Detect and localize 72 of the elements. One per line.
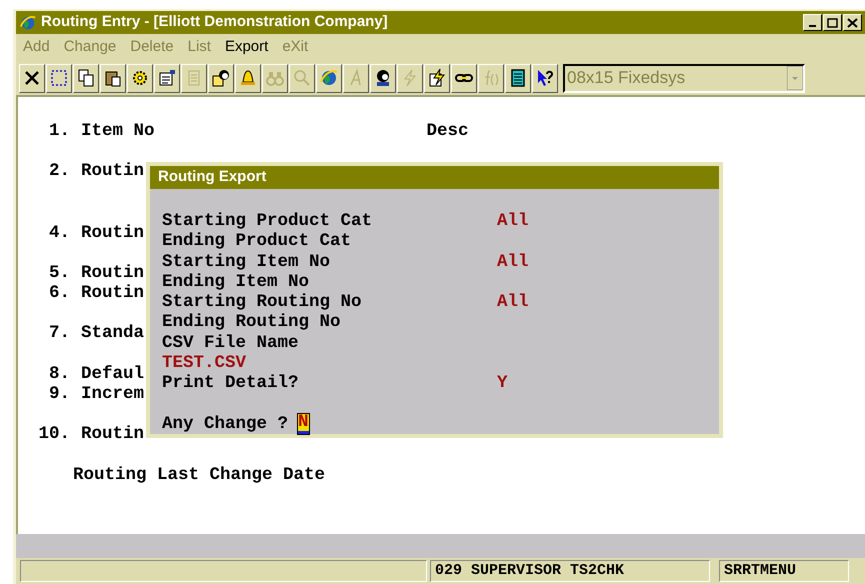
export-label: Ending Routing No <box>162 312 342 333</box>
toolbar-button[interactable] <box>370 64 396 92</box>
field-number: 4. <box>48 222 70 243</box>
export-label: Starting Product Cat <box>162 211 374 232</box>
field-number: 1. <box>48 121 70 142</box>
globe-icon <box>319 68 339 88</box>
field-label: Desc <box>426 121 469 142</box>
help-pointer-icon <box>535 68 555 88</box>
field-label: Routin <box>81 161 144 182</box>
field-label: Increm <box>81 384 144 404</box>
dialog-title: Routing Export <box>158 167 266 188</box>
field-label: Routin <box>81 283 144 304</box>
toolbar-button[interactable] <box>73 64 99 92</box>
gear-icon <box>130 68 150 88</box>
toolbar-button[interactable] <box>208 64 234 92</box>
field-number: 8. <box>48 364 70 384</box>
export-label: Starting Item No <box>162 252 332 272</box>
field-label: Routing Last Change Date <box>73 464 326 485</box>
search-icon <box>292 68 312 88</box>
prompt-label: Any Change ? <box>162 414 288 434</box>
window-title: Routing Entry - [Elliott Demonstration Company] <box>41 12 388 32</box>
export-label: CSV File Name <box>162 332 300 354</box>
field-label: Routin <box>81 222 144 243</box>
menu-item[interactable]: Export <box>224 36 268 59</box>
toolbar-button[interactable] <box>46 64 72 92</box>
dropdown-arrow-icon <box>787 66 803 90</box>
field-label: Defaul <box>81 364 144 384</box>
toolbar-button[interactable] <box>154 64 180 92</box>
toolbar-button[interactable] <box>100 64 126 92</box>
maximize-icon <box>827 18 838 28</box>
export-value: All <box>497 252 529 272</box>
export-label: Ending Product Cat <box>162 231 352 252</box>
toolbar-button[interactable] <box>451 64 477 92</box>
export-value: All <box>497 292 529 312</box>
answer-field[interactable]: N <box>298 414 309 434</box>
person-document-icon <box>211 68 231 88</box>
status-field: 029 SUPERVISOR TS2CHK <box>430 560 710 582</box>
copy-icon <box>76 68 96 88</box>
field-number: 2. <box>48 161 70 182</box>
field-number: 10. <box>38 424 70 445</box>
minimize-button[interactable] <box>803 14 822 31</box>
toolbar-button[interactable] <box>235 64 261 92</box>
maximize-button[interactable] <box>823 14 842 31</box>
status-field: SRRTMENU <box>719 560 849 582</box>
toolbar-button[interactable] <box>316 64 342 92</box>
lightning-document-icon <box>427 68 447 88</box>
dashed-square-icon <box>49 68 69 88</box>
minimize-icon <box>809 24 816 26</box>
export-label: Starting Routing No <box>162 292 363 312</box>
export-value: All <box>497 211 529 232</box>
close-button[interactable] <box>843 14 862 31</box>
export-label: Ending Item No <box>162 272 310 292</box>
field-number: 5. <box>48 262 70 284</box>
field-label: Routin <box>81 262 144 284</box>
field-label: Item No <box>81 121 155 142</box>
export-value: Y <box>497 373 508 394</box>
close-icon <box>847 18 858 28</box>
bell-icon <box>238 68 258 88</box>
export-label: Print Detail? <box>162 373 300 394</box>
toolbar-button[interactable] <box>505 64 531 92</box>
field-label: Routin <box>81 424 144 445</box>
field-number: 9. <box>48 384 70 404</box>
toolbar-button[interactable] <box>424 64 450 92</box>
field-number: 7. <box>48 323 70 344</box>
toolbar-button[interactable] <box>532 64 558 92</box>
properties-icon <box>157 68 177 88</box>
toolbar-button[interactable] <box>127 64 153 92</box>
toolbar-button[interactable] <box>19 64 45 92</box>
export-value: TEST.CSV <box>162 353 246 374</box>
globe-icon <box>19 14 37 32</box>
field-label: Standa <box>81 323 144 344</box>
field-number: 6. <box>48 283 70 304</box>
